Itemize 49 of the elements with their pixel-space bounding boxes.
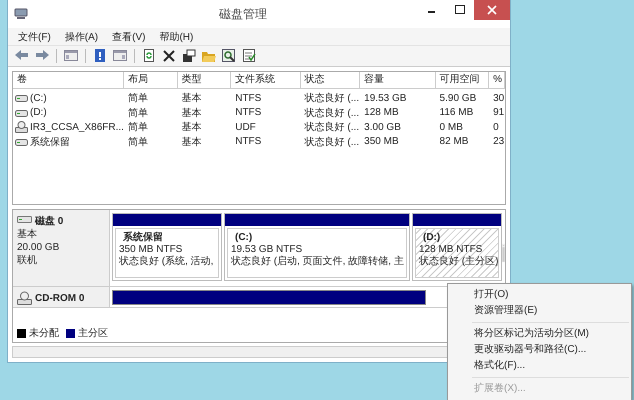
- table-cell-text: NTFS: [234, 136, 262, 148]
- disk-info: 联机: [17, 254, 38, 267]
- table-cell-text: 19.53 GB: [363, 92, 408, 104]
- partition-name: (D:): [422, 232, 442, 244]
- table-cell-text: 23: [492, 136, 506, 148]
- disk-info: 20.00 GB: [17, 241, 60, 254]
- table-cell-text: 状态良好 (...: [304, 136, 360, 149]
- table-cell-text: NTFS: [234, 107, 262, 118]
- partition-name: (C:): [234, 232, 254, 244]
- table-cell: IR3_CCSA_X86FR...: [30, 122, 124, 133]
- table-cell-text: 状态良好 (...: [304, 92, 360, 106]
- table-cell-text: 状态良好 (...: [304, 106, 360, 120]
- table-cell-text: 简单: [127, 92, 150, 106]
- partition-size: 350 MB NTFS: [119, 244, 184, 256]
- table-cell: (D:): [30, 107, 47, 118]
- table-cell-text: 简单: [127, 120, 150, 134]
- partition-name: 系统保留: [122, 232, 164, 244]
- table-cell-text: 基本: [180, 136, 203, 149]
- window-title: 磁盘管理: [218, 6, 268, 22]
- partition-status: 状态良好 (系统, 活动,: [119, 256, 214, 268]
- table-cell-text: 状态良好 (...: [304, 120, 360, 134]
- table-cell-text: 5.90 GB: [438, 92, 478, 104]
- partition-size: 128 MB NTFS: [419, 244, 484, 256]
- disk-info: 基本: [17, 228, 38, 241]
- table-cell-text: NTFS: [234, 92, 262, 104]
- table-cell: (C:): [30, 92, 47, 104]
- table-cell-text: 128 MB: [363, 107, 400, 118]
- partition-status: 状态良好 (启动, 页面文件, 故障转储, 主: [231, 256, 403, 268]
- legend-label: 主分区: [78, 326, 108, 340]
- table-cell-text: 系统保留: [30, 136, 70, 149]
- partition-size: 19.53 GB NTFS: [231, 244, 304, 256]
- table-cell-text: 简单: [127, 106, 150, 120]
- disk-name: CD-ROM 0: [35, 292, 84, 304]
- table-cell-text: 基本: [180, 106, 203, 120]
- table-cell-text: 91: [492, 107, 506, 118]
- table-cell-text: 350 MB: [363, 136, 400, 148]
- disk-name: 磁盘 0: [35, 214, 64, 228]
- table-cell-text: 0 MB: [438, 122, 464, 133]
- table-cell-text: 简单: [127, 136, 150, 149]
- legend-label: 未分配: [29, 326, 59, 340]
- table-cell-text: UDF: [234, 122, 257, 133]
- table-cell-text: 0: [492, 122, 500, 133]
- table-cell-text: 82 MB: [438, 136, 470, 148]
- table-cell-text: 基本: [180, 92, 203, 106]
- table-cell-text: 3.00 GB: [363, 122, 402, 133]
- table-cell-text: 基本: [180, 120, 203, 134]
- table-cell-text: 116 MB: [438, 107, 474, 118]
- table-cell-text: 30: [492, 92, 506, 104]
- menu-item: 扩展卷(X)...: [473, 382, 527, 396]
